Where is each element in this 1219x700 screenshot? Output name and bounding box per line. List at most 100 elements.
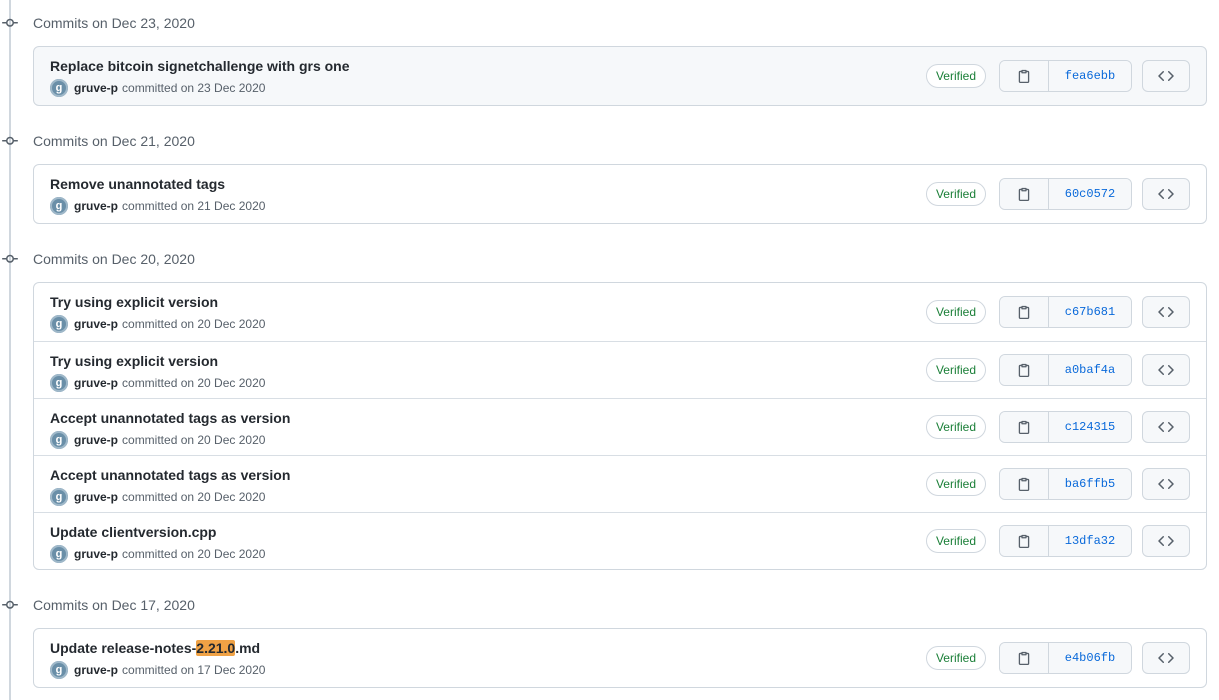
code-icon <box>1158 362 1174 378</box>
commit-sha-link[interactable]: fea6ebb <box>1049 61 1131 91</box>
code-icon <box>1158 68 1174 84</box>
sha-button-group: 60c0572 <box>999 178 1132 210</box>
copy-sha-button[interactable] <box>1000 643 1049 673</box>
avatar[interactable]: g <box>50 315 68 333</box>
sha-button-group: c67b681 <box>999 296 1132 328</box>
author-link[interactable]: gruve-p <box>74 661 118 679</box>
sha-button-group: 13dfa32 <box>999 525 1132 557</box>
copy-sha-button[interactable] <box>1000 179 1049 209</box>
clipboard-icon <box>1017 477 1031 491</box>
git-commit-icon <box>2 251 18 267</box>
commit-group-date: Commits on Dec 21, 2020 <box>33 133 195 149</box>
verified-badge[interactable]: Verified <box>925 358 986 382</box>
commit-row: Accept unannotated tags as version g gru… <box>34 455 1206 512</box>
commit-row: Update release-notes-2.21.0.md g gruve-p… <box>34 629 1206 687</box>
verified-badge[interactable]: Verified <box>925 182 986 206</box>
clipboard-icon <box>1017 187 1031 201</box>
author-link[interactable]: gruve-p <box>74 545 118 563</box>
verified-badge[interactable]: Verified <box>925 300 986 324</box>
commit-date-text: committed on 23 Dec 2020 <box>122 81 266 95</box>
commit-sha-link[interactable]: 60c0572 <box>1049 179 1131 209</box>
clipboard-icon <box>1017 363 1031 377</box>
commit-title-link[interactable]: Replace bitcoin signetchallenge with grs… <box>50 57 350 75</box>
commit-list: Remove unannotated tags g gruve-p commit… <box>33 164 1207 224</box>
author-link[interactable]: gruve-p <box>74 197 118 215</box>
author-link[interactable]: gruve-p <box>74 374 118 392</box>
browse-repo-button[interactable] <box>1142 525 1190 557</box>
browse-repo-button[interactable] <box>1142 296 1190 328</box>
commit-title-link[interactable]: Accept unannotated tags as version <box>50 409 290 427</box>
copy-sha-button[interactable] <box>1000 526 1049 556</box>
copy-sha-button[interactable] <box>1000 297 1049 327</box>
commit-sha-link[interactable]: e4b06fb <box>1049 643 1131 673</box>
sha-button-group: fea6ebb <box>999 60 1132 92</box>
commit-list: Try using explicit version g gruve-p com… <box>33 282 1207 570</box>
author-link[interactable]: gruve-p <box>74 488 118 506</box>
copy-sha-button[interactable] <box>1000 469 1049 499</box>
clipboard-icon <box>1017 420 1031 434</box>
browse-repo-button[interactable] <box>1142 354 1190 386</box>
code-icon <box>1158 650 1174 666</box>
author-link[interactable]: gruve-p <box>74 431 118 449</box>
commit-sha-link[interactable]: c124315 <box>1049 412 1131 442</box>
sha-button-group: a0baf4a <box>999 354 1132 386</box>
commit-title-link[interactable]: Update clientversion.cpp <box>50 523 265 541</box>
author-link[interactable]: gruve-p <box>74 315 118 333</box>
author-link[interactable]: gruve-p <box>74 79 118 97</box>
commit-sha-link[interactable]: a0baf4a <box>1049 355 1131 385</box>
commit-sha-link[interactable]: c67b681 <box>1049 297 1131 327</box>
verified-badge[interactable]: Verified <box>925 64 986 88</box>
commit-group-header: Commits on Dec 17, 2020 <box>0 582 1219 628</box>
commit-group: Commits on Dec 20, 2020 Try using explic… <box>0 236 1219 570</box>
avatar[interactable]: g <box>50 197 68 215</box>
code-icon <box>1158 476 1174 492</box>
avatar[interactable]: g <box>50 79 68 97</box>
commit-title-link[interactable]: Accept unannotated tags as version <box>50 466 290 484</box>
commit-date-text: committed on 21 Dec 2020 <box>122 199 266 213</box>
copy-sha-button[interactable] <box>1000 355 1049 385</box>
copy-sha-button[interactable] <box>1000 412 1049 442</box>
avatar[interactable]: g <box>50 374 68 392</box>
copy-sha-button[interactable] <box>1000 61 1049 91</box>
commit-title-link[interactable]: Update release-notes-2.21.0.md <box>50 639 265 657</box>
verified-badge[interactable]: Verified <box>925 529 986 553</box>
commit-list: Update release-notes-2.21.0.md g gruve-p… <box>33 628 1207 688</box>
avatar[interactable]: g <box>50 545 68 563</box>
commit-date-text: committed on 17 Dec 2020 <box>122 663 266 677</box>
avatar[interactable]: g <box>50 661 68 679</box>
code-icon <box>1158 419 1174 435</box>
browse-repo-button[interactable] <box>1142 642 1190 674</box>
commit-list: Replace bitcoin signetchallenge with grs… <box>33 46 1207 106</box>
commit-row: Accept unannotated tags as version g gru… <box>34 398 1206 455</box>
verified-badge[interactable]: Verified <box>925 415 986 439</box>
browse-repo-button[interactable] <box>1142 178 1190 210</box>
browse-repo-button[interactable] <box>1142 468 1190 500</box>
verified-badge[interactable]: Verified <box>925 472 986 496</box>
commit-date-text: committed on 20 Dec 2020 <box>122 376 266 390</box>
browse-repo-button[interactable] <box>1142 60 1190 92</box>
code-icon <box>1158 533 1174 549</box>
sha-button-group: ba6ffb5 <box>999 468 1132 500</box>
browse-repo-button[interactable] <box>1142 411 1190 443</box>
clipboard-icon <box>1017 651 1031 665</box>
commit-title-link[interactable]: Try using explicit version <box>50 352 265 370</box>
code-icon <box>1158 186 1174 202</box>
avatar[interactable]: g <box>50 488 68 506</box>
commit-group-header: Commits on Dec 21, 2020 <box>0 118 1219 164</box>
commit-history: Commits on Dec 23, 2020 Replace bitcoin … <box>0 0 1219 688</box>
commit-group-header: Commits on Dec 23, 2020 <box>0 0 1219 46</box>
commit-group-header: Commits on Dec 20, 2020 <box>0 236 1219 282</box>
clipboard-icon <box>1017 305 1031 319</box>
commit-title-link[interactable]: Try using explicit version <box>50 293 265 311</box>
commit-group: Commits on Dec 17, 2020 Update release-n… <box>0 582 1219 688</box>
verified-badge[interactable]: Verified <box>925 646 986 670</box>
sha-button-group: e4b06fb <box>999 642 1132 674</box>
code-icon <box>1158 304 1174 320</box>
commit-sha-link[interactable]: 13dfa32 <box>1049 526 1131 556</box>
commit-group: Commits on Dec 21, 2020 Remove unannotat… <box>0 118 1219 224</box>
commit-row: Try using explicit version g gruve-p com… <box>34 341 1206 398</box>
commit-date-text: committed on 20 Dec 2020 <box>122 317 266 331</box>
commit-title-link[interactable]: Remove unannotated tags <box>50 175 265 193</box>
commit-sha-link[interactable]: ba6ffb5 <box>1049 469 1131 499</box>
avatar[interactable]: g <box>50 431 68 449</box>
